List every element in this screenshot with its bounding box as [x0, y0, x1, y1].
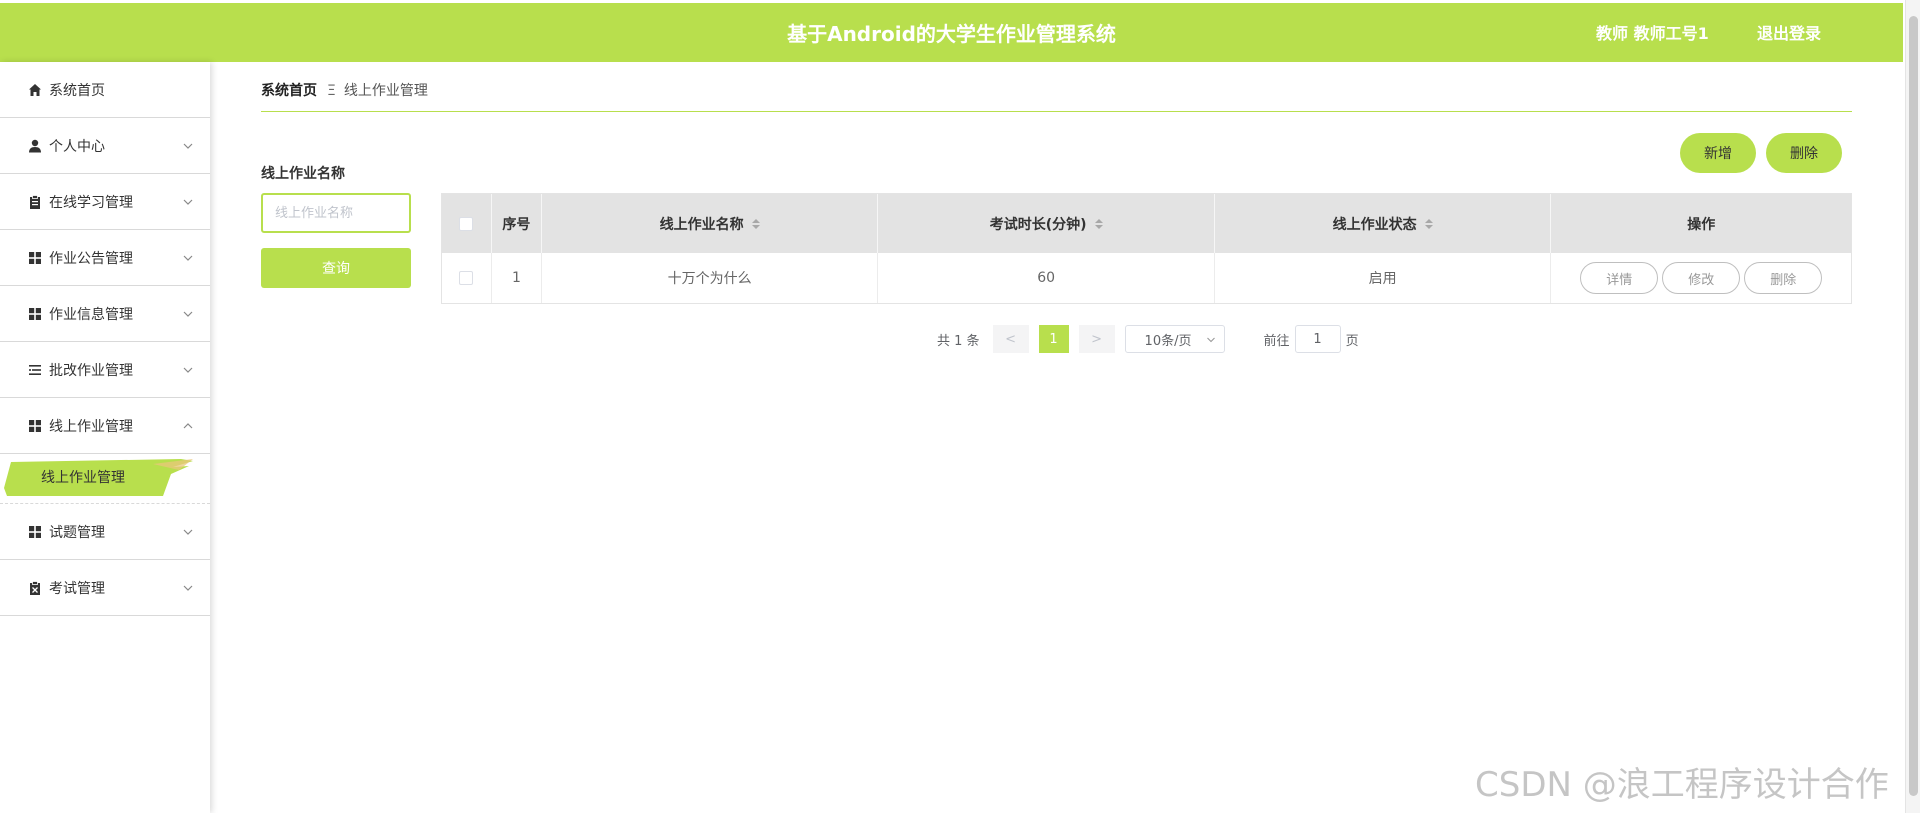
homework-name-search-input[interactable]	[261, 193, 411, 233]
column-header-name[interactable]: 线上作业名称	[542, 194, 879, 253]
user-icon	[27, 138, 43, 154]
grid-icon	[27, 306, 43, 322]
chevron-down-icon	[183, 311, 193, 317]
cell-index: 1	[492, 253, 542, 303]
column-header-label: 线上作业状态	[1332, 216, 1417, 233]
breadcrumb: 系统首页 Ξ 线上作业管理	[261, 80, 428, 102]
sidebar-item-label: 系统首页	[49, 82, 105, 99]
sidebar-item-homework-info[interactable]: 作业信息管理	[0, 286, 210, 342]
column-header-status[interactable]: 线上作业状态	[1215, 194, 1552, 253]
sidebar-item-label: 作业公告管理	[49, 250, 133, 267]
cell-status: 启用	[1215, 253, 1552, 303]
grid-icon	[27, 250, 43, 266]
breadcrumb-home[interactable]: 系统首页	[261, 83, 317, 99]
chevron-up-icon	[183, 422, 193, 428]
chevron-down-icon	[183, 529, 193, 535]
chevron-down-icon	[1206, 337, 1215, 343]
select-all-checkbox[interactable]	[459, 216, 474, 231]
query-button[interactable]: 查询	[261, 248, 411, 288]
column-header-label: 序号	[502, 216, 531, 233]
table-row: 1 十万个为什么 60 启用 详情 修改 删除	[442, 253, 1851, 303]
batch-delete-button[interactable]: 删除	[1766, 133, 1842, 173]
cell-duration: 60	[878, 253, 1215, 303]
chevron-down-icon	[183, 199, 193, 205]
sidebar: 系统首页 个人中心 在线学习管理 作业公告管理 作业信息管理 批改作业管理 线上…	[0, 62, 210, 813]
submenu: 线上作业管理	[0, 454, 210, 504]
next-page-button[interactable]: >	[1078, 325, 1115, 353]
edit-button[interactable]: 修改	[1662, 262, 1741, 294]
table-header: 序号 线上作业名称 考试时长(分钟) 线上作业状态 操作	[442, 194, 1851, 253]
column-header-index: 序号	[492, 194, 542, 253]
sort-icon[interactable]	[1424, 218, 1433, 229]
clipboard-x-icon	[27, 580, 43, 596]
submenu-item-online-homework[interactable]: 线上作业管理	[3, 458, 193, 498]
header-select-cell	[442, 194, 492, 253]
sidebar-item-label: 试题管理	[49, 524, 105, 541]
breadcrumb-separator: Ξ	[327, 83, 336, 99]
logout-link[interactable]: 退出登录	[1757, 3, 1821, 65]
sidebar-item-home[interactable]: 系统首页	[0, 62, 210, 118]
chevron-down-icon	[183, 585, 193, 591]
sidebar-item-online-learning[interactable]: 在线学习管理	[0, 174, 210, 230]
chevron-down-icon	[183, 367, 193, 373]
page-unit-label: 页	[1345, 333, 1359, 349]
scrollbar-thumb[interactable]	[1909, 16, 1918, 796]
sidebar-item-questions[interactable]: 试题管理	[0, 504, 210, 560]
sidebar-item-label: 个人中心	[49, 138, 105, 155]
prev-page-button[interactable]: <	[992, 325, 1029, 353]
clipboard-icon	[27, 194, 43, 210]
page-size-value: 10条/页	[1144, 333, 1192, 349]
sidebar-item-grading[interactable]: 批改作业管理	[0, 342, 210, 398]
list-icon	[27, 362, 43, 378]
chevron-down-icon	[183, 143, 193, 149]
sort-icon[interactable]	[1094, 218, 1103, 229]
column-header-label: 操作	[1687, 216, 1716, 233]
filter-label: 线上作业名称	[261, 166, 345, 182]
sidebar-item-homework-notice[interactable]: 作业公告管理	[0, 230, 210, 286]
grid-icon	[27, 418, 43, 434]
home-icon	[27, 82, 43, 98]
page-number-current[interactable]: 1	[1038, 325, 1069, 353]
add-button[interactable]: 新增	[1680, 133, 1756, 173]
sidebar-item-online-homework[interactable]: 线上作业管理	[0, 398, 210, 454]
grid-icon	[27, 524, 43, 540]
row-delete-button[interactable]: 删除	[1744, 262, 1823, 294]
watermark: CSDN @浪工程序设计合作	[1475, 765, 1889, 805]
sidebar-item-label: 作业信息管理	[49, 306, 133, 323]
current-user: 教师 教师工号1	[1596, 24, 1709, 43]
column-header-actions: 操作	[1551, 194, 1851, 253]
column-header-label: 线上作业名称	[659, 216, 744, 233]
column-header-label: 考试时长(分钟)	[989, 216, 1087, 233]
detail-button[interactable]: 详情	[1580, 262, 1659, 294]
row-checkbox[interactable]	[459, 271, 474, 285]
sidebar-item-label: 批改作业管理	[49, 362, 133, 379]
sort-icon[interactable]	[751, 218, 760, 229]
top-header: 基于Android的大学生作业管理系统 教师 教师工号1 退出登录	[0, 3, 1903, 62]
breadcrumb-divider	[261, 111, 1852, 112]
submenu-item-label: 线上作业管理	[41, 470, 125, 486]
vertical-scrollbar[interactable]	[1905, 0, 1920, 813]
sidebar-item-label: 考试管理	[49, 580, 105, 597]
row-select-cell	[442, 253, 492, 303]
homework-table: 序号 线上作业名称 考试时长(分钟) 线上作业状态 操作 1 十万个为什么 60…	[441, 193, 1852, 304]
sidebar-item-label: 线上作业管理	[49, 418, 133, 435]
breadcrumb-current: 线上作业管理	[343, 83, 428, 99]
sidebar-item-personal-center[interactable]: 个人中心	[0, 118, 210, 174]
goto-page-input[interactable]	[1294, 325, 1341, 353]
page-size-select[interactable]: 10条/页	[1124, 325, 1225, 353]
sidebar-item-label: 在线学习管理	[49, 194, 133, 211]
cell-actions: 详情 修改 删除	[1551, 253, 1851, 303]
pagination: 共 1 条 < 1 > 10条/页 前往 页	[937, 325, 1359, 353]
total-count: 共 1 条	[937, 333, 980, 349]
chevron-down-icon	[183, 255, 193, 261]
column-header-duration[interactable]: 考试时长(分钟)	[878, 194, 1215, 253]
goto-label: 前往	[1263, 333, 1290, 349]
cell-homework-name: 十万个为什么	[542, 253, 879, 303]
sidebar-item-exams[interactable]: 考试管理	[0, 560, 210, 616]
